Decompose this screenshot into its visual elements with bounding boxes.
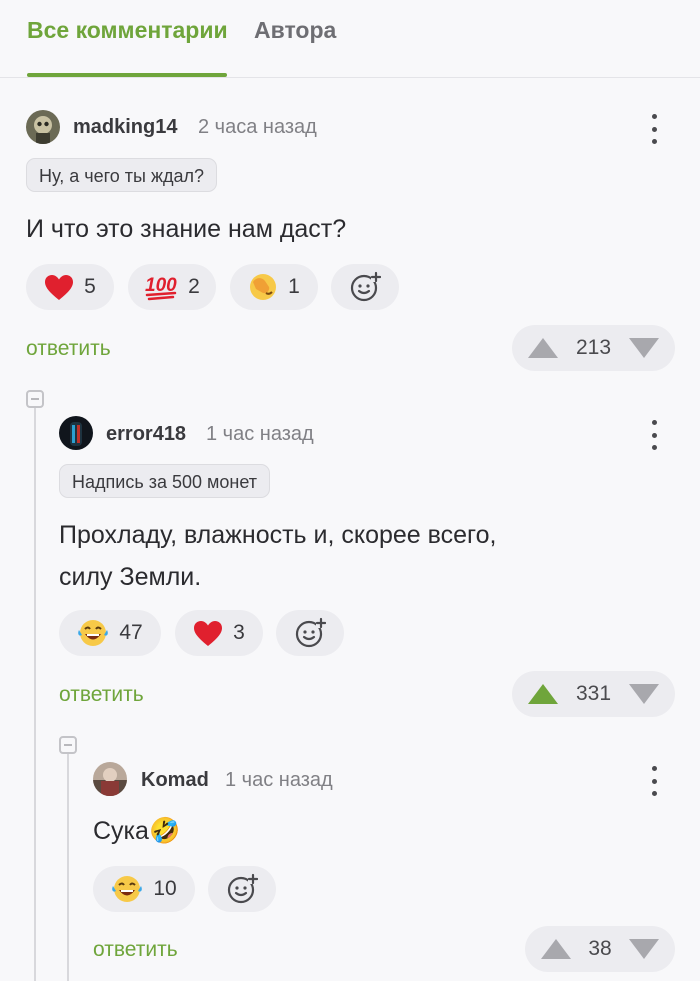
vote-widget: 331 — [512, 671, 675, 717]
heart-icon — [193, 620, 223, 647]
facepalm-icon — [248, 272, 278, 302]
comment-timestamp: 2 часа назад — [198, 116, 317, 138]
comment-text-line: Прохладу, влажность и, скорее всего, — [59, 521, 497, 549]
downvote-arrow-icon[interactable] — [628, 684, 659, 704]
thread-line[interactable] — [67, 754, 69, 981]
heart-icon — [44, 274, 74, 301]
comment-badge: Надпись за 500 монет — [59, 464, 270, 498]
thread-line[interactable] — [34, 408, 36, 981]
active-tab-indicator — [27, 73, 227, 77]
add-reaction-button[interactable] — [331, 264, 399, 310]
rating-value: 213 — [575, 336, 612, 359]
laughing-tears-icon — [77, 618, 109, 648]
reply-button[interactable]: ответить — [93, 938, 178, 962]
upvote-arrow-icon[interactable] — [528, 338, 558, 358]
upvote-arrow-icon[interactable] — [541, 939, 571, 959]
collapse-thread-button[interactable] — [26, 390, 44, 408]
reaction-heart[interactable]: 3 — [175, 610, 263, 656]
tab-all-comments[interactable]: Все комментарии — [27, 17, 228, 44]
vote-widget: 213 — [512, 325, 675, 371]
comment-timestamp: 1 час назад — [206, 423, 314, 445]
comment-text-line: силу Земли. — [59, 563, 202, 591]
comment-tabs: Все комментарии Автора — [0, 0, 700, 78]
more-options-icon[interactable] — [647, 766, 661, 796]
comment-username[interactable]: Komad — [141, 769, 209, 792]
reaction-count: 1 — [288, 275, 300, 298]
hundred-icon: 100 — [144, 273, 178, 301]
reply-button[interactable]: ответить — [59, 683, 144, 707]
add-emoji-icon — [349, 271, 381, 303]
add-reaction-button[interactable] — [276, 610, 344, 656]
reaction-hundred[interactable]: 100 2 — [128, 264, 216, 310]
reaction-laughing[interactable]: 10 — [93, 866, 195, 912]
comment-timestamp: 1 час назад — [225, 769, 333, 791]
reaction-heart[interactable]: 5 — [26, 264, 114, 310]
vote-widget: 38 — [525, 926, 675, 972]
comment-badge: Ну, а чего ты ждал? — [26, 158, 218, 192]
comment-text: Сука🤣 — [93, 817, 181, 845]
reaction-laughing[interactable]: 47 — [59, 610, 161, 656]
add-emoji-icon — [226, 873, 258, 905]
comment-username[interactable]: madking14 — [73, 116, 177, 139]
reaction-count: 47 — [119, 621, 143, 644]
add-reaction-button[interactable] — [208, 866, 276, 912]
reaction-count: 10 — [153, 877, 177, 900]
more-options-icon[interactable] — [647, 420, 661, 450]
laughing-tears-icon — [111, 874, 143, 904]
more-options-icon[interactable] — [647, 114, 661, 144]
reply-button[interactable]: ответить — [26, 337, 111, 361]
reaction-count: 3 — [233, 621, 245, 644]
avatar-madking14[interactable] — [26, 110, 60, 144]
reaction-facepalm[interactable]: 1 — [230, 264, 318, 310]
add-emoji-icon — [294, 617, 326, 649]
comment-text: И что это знание нам даст? — [26, 215, 347, 243]
reaction-count: 5 — [84, 275, 96, 298]
tab-author[interactable]: Автора — [254, 17, 336, 44]
collapse-thread-button[interactable] — [59, 736, 77, 754]
downvote-arrow-icon[interactable] — [628, 338, 659, 358]
rating-value: 38 — [588, 937, 612, 960]
downvote-arrow-icon[interactable] — [628, 939, 659, 959]
avatar-error418[interactable] — [59, 416, 93, 450]
reaction-count: 2 — [188, 275, 200, 298]
comment-username[interactable]: error418 — [106, 423, 186, 446]
rating-value: 331 — [575, 682, 612, 705]
avatar-komad[interactable] — [93, 762, 127, 796]
upvote-arrow-icon[interactable] — [528, 684, 558, 704]
